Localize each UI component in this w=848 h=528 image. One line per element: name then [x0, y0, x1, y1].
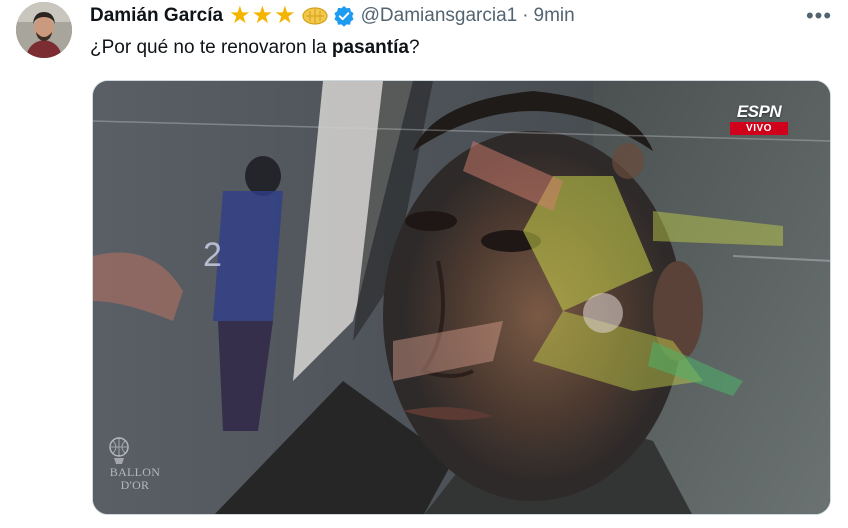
separator-dot: ·	[522, 5, 529, 26]
espn-live-badge: ESPN VIVO	[730, 103, 788, 135]
verified-badge-icon[interactable]	[333, 5, 355, 27]
tweet-text-end: ?	[408, 37, 420, 58]
more-icon: •••	[805, 3, 833, 28]
tweet-text-bold: pasantía	[331, 37, 409, 58]
ballon-dor-watermark: BALLON D'OR	[105, 436, 165, 492]
tweet-header: Damián García ★ ★ ★ @Damiansgarcia1 · 9m…	[90, 4, 575, 28]
more-options-button[interactable]: •••	[804, 3, 834, 28]
tweet-text: ¿Por qué no te renovaron la pasantía?	[90, 36, 420, 60]
video-frame-image: 2	[93, 81, 830, 514]
ballon-dor-emoji-icon	[302, 7, 328, 25]
watermark-line-2: D'OR	[120, 478, 150, 492]
live-label: VIVO	[730, 122, 788, 135]
timestamp[interactable]: 9min	[534, 5, 575, 27]
star-icon: ★	[274, 2, 296, 29]
avatar[interactable]	[16, 2, 72, 58]
star-icon: ★	[251, 2, 274, 29]
tweet[interactable]: Damián García ★ ★ ★ @Damiansgarcia1 · 9m…	[0, 0, 848, 528]
tweet-text-start: ¿Por qué no te renovaron la	[90, 37, 332, 58]
tweet-media[interactable]: 2 ESPN VIVO BALLON D'OR	[92, 80, 831, 515]
author-handle[interactable]: @Damiansgarcia1	[361, 5, 518, 27]
svg-text:2: 2	[203, 236, 222, 274]
author-name[interactable]: Damián García	[90, 5, 223, 27]
espn-logo: ESPN	[736, 102, 782, 121]
star-icon: ★	[229, 2, 251, 29]
avatar-image	[16, 2, 72, 58]
trophy-icon	[109, 437, 129, 464]
